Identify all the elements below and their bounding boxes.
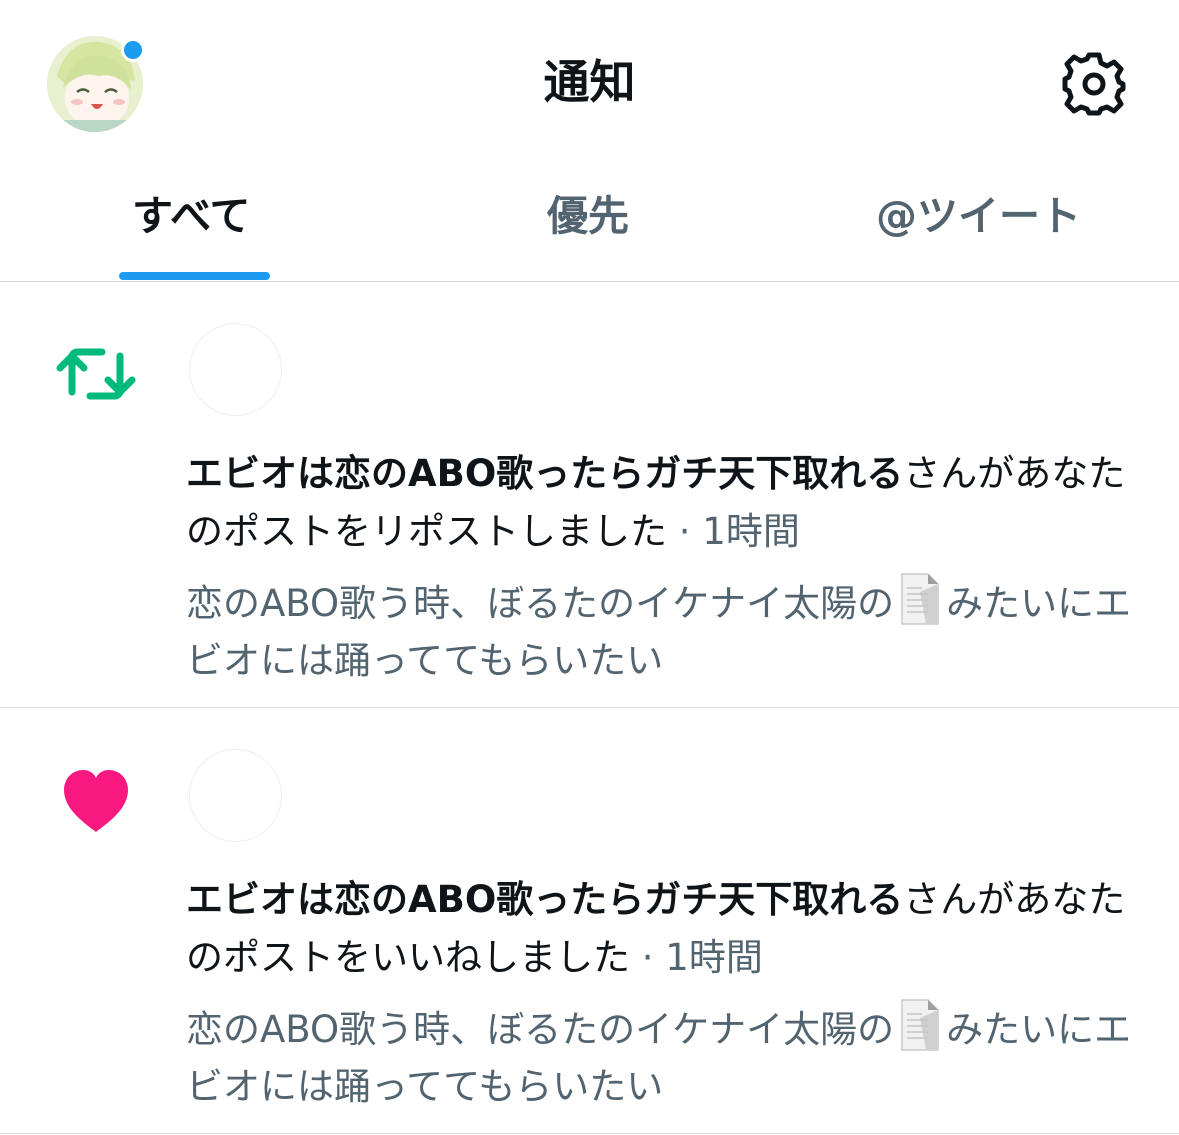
tab-priority[interactable]: 優先 xyxy=(547,188,629,244)
timestamp: · 1時間 xyxy=(667,510,800,553)
preview-text-start: 恋のABO歌う時、ぼるたのイケナイ太陽の xyxy=(186,1008,895,1051)
top-bar: 通知 xyxy=(0,0,1179,160)
tab-all[interactable]: すべて xyxy=(132,188,251,244)
active-tab-indicator xyxy=(119,272,270,280)
notification-text: エビオは恋のABO歌ったらガチ天下取れるさんがあなたのポストをいいねしました ·… xyxy=(186,871,1151,987)
page-facing-up-emoji xyxy=(898,998,942,1052)
notification-text: エビオは恋のABO歌ったらガチ天下取れるさんがあなたのポストをリポストしました … xyxy=(186,445,1151,561)
page-facing-up-emoji xyxy=(898,572,942,626)
page-title: 通知 xyxy=(543,55,636,109)
preview-text-start: 恋のABO歌う時、ぼるたのイケナイ太陽の xyxy=(186,582,895,625)
settings-button[interactable] xyxy=(1060,50,1128,118)
repost-icon xyxy=(56,334,136,414)
gear-icon xyxy=(1062,52,1126,116)
user-name[interactable]: エビオは恋のABO歌ったらガチ天下取れる xyxy=(186,452,903,495)
user-avatar[interactable] xyxy=(189,323,282,416)
notification-item-repost[interactable]: エビオは恋のABO歌ったらガチ天下取れるさんがあなたのポストをリポストしました … xyxy=(0,282,1179,708)
user-name[interactable]: エビオは恋のABO歌ったらガチ天下取れる xyxy=(186,878,903,921)
tab-mentions[interactable]: @ツイート xyxy=(876,188,1081,244)
user-avatar[interactable] xyxy=(189,749,282,842)
post-preview[interactable]: 恋のABO歌う時、ぼるたのイケナイ太陽の みたいにエビオには踊っててもらいたい xyxy=(186,572,1151,689)
notification-item-like[interactable]: エビオは恋のABO歌ったらガチ天下取れるさんがあなたのポストをいいねしました ·… xyxy=(0,708,1179,1134)
timestamp: · 1時間 xyxy=(630,936,763,979)
post-preview[interactable]: 恋のABO歌う時、ぼるたのイケナイ太陽の みたいにエビオには踊っててもらいたい xyxy=(186,998,1151,1115)
notification-tabs: すべて 優先 @ツイート xyxy=(0,160,1179,282)
heart-icon xyxy=(56,762,136,842)
